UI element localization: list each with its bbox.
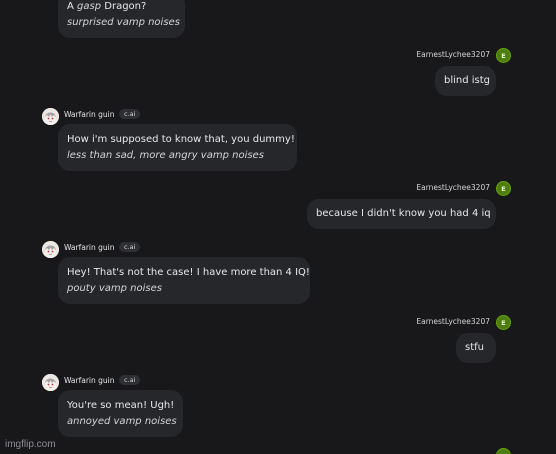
bot-name[interactable]: Warfarin guin (64, 376, 115, 385)
message-line: You're so mean! Ugh! (67, 398, 174, 414)
message-line: pouty vamp noises (67, 281, 301, 297)
user-name[interactable]: EarnestLychee3207 (416, 50, 490, 59)
action-text: gasp (77, 1, 102, 12)
user-avatar[interactable] (496, 448, 511, 454)
message-bubble: You're so mean! Ugh! annoyed vamp noises (58, 390, 183, 437)
user-avatar[interactable]: E (496, 181, 511, 196)
message-line: less than sad, more angry vamp noises (67, 148, 288, 164)
user-name[interactable]: EarnestLychee3207 (416, 183, 490, 192)
user-avatar[interactable]: E (496, 48, 511, 63)
message-line: stfu (465, 340, 487, 356)
message-bubble: A gasp Dragon? surprised vamp noises (58, 0, 185, 38)
message-text: A (67, 1, 78, 12)
message-text: How i'm supposed to know that, you dummy… (67, 134, 295, 145)
message-line: annoyed vamp noises (67, 414, 177, 430)
message-line: because I didn't know you had 4 iq (316, 206, 491, 222)
message-text: stfu (465, 342, 484, 353)
chat-area: A gasp Dragon? surprised vamp noises E Earn… (0, 0, 556, 454)
bot-avatar[interactable] (42, 241, 59, 258)
bot-name[interactable]: Warfarin guin (64, 110, 115, 119)
message-bubble: stfu (456, 333, 496, 363)
bot-tag-badge: c.ai (119, 242, 141, 252)
message-line: A gasp Dragon? (67, 0, 176, 15)
message-text: because I didn't know you had 4 iq (316, 208, 491, 219)
message-bubble: because I didn't know you had 4 iq (307, 199, 496, 229)
message-line: How i'm supposed to know that, you dummy… (67, 132, 295, 148)
action-text: annoyed vamp noises (67, 416, 177, 427)
message-line: surprised vamp noises (67, 15, 180, 31)
message-text: blind istg (444, 75, 491, 86)
user-avatar[interactable]: E (496, 315, 511, 330)
bot-tag-badge: c.ai (119, 109, 141, 119)
message-text: Dragon? (101, 1, 147, 12)
bot-avatar[interactable] (42, 108, 59, 125)
message-line: blind istg (444, 73, 491, 89)
message-bubble: blind istg (435, 66, 496, 96)
bot-avatar[interactable] (42, 374, 59, 391)
action-text: pouty vamp noises (67, 283, 162, 294)
message-text: Hey! That's not the case! I have more th… (67, 267, 310, 278)
action-text: surprised vamp noises (67, 17, 180, 28)
message-bubble: Hey! That's not the case! I have more th… (58, 257, 310, 304)
bot-name[interactable]: Warfarin guin (64, 243, 115, 252)
action-text: less than sad, more angry vamp noises (67, 150, 264, 161)
message-line: Hey! That's not the case! I have more th… (67, 265, 310, 281)
message-text: You're so mean! Ugh! (67, 400, 175, 411)
imgflip-watermark: imgflip.com (5, 439, 56, 450)
bot-tag-badge: c.ai (119, 375, 141, 385)
user-name[interactable]: EarnestLychee3207 (416, 317, 490, 326)
message-bubble: How i'm supposed to know that, you dummy… (58, 124, 297, 171)
